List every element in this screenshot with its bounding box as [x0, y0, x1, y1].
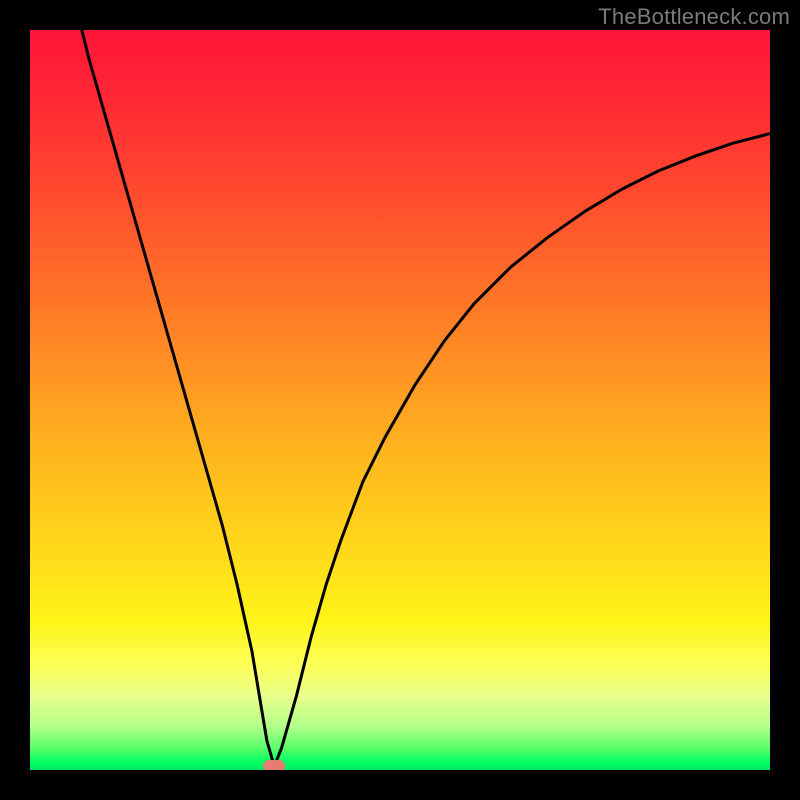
plot-area	[30, 30, 770, 770]
bottleneck-curve	[82, 30, 770, 766]
watermark-text: TheBottleneck.com	[598, 4, 790, 30]
chart-frame: TheBottleneck.com	[0, 0, 800, 800]
curve-svg	[30, 30, 770, 770]
minimum-marker-icon	[263, 760, 285, 770]
